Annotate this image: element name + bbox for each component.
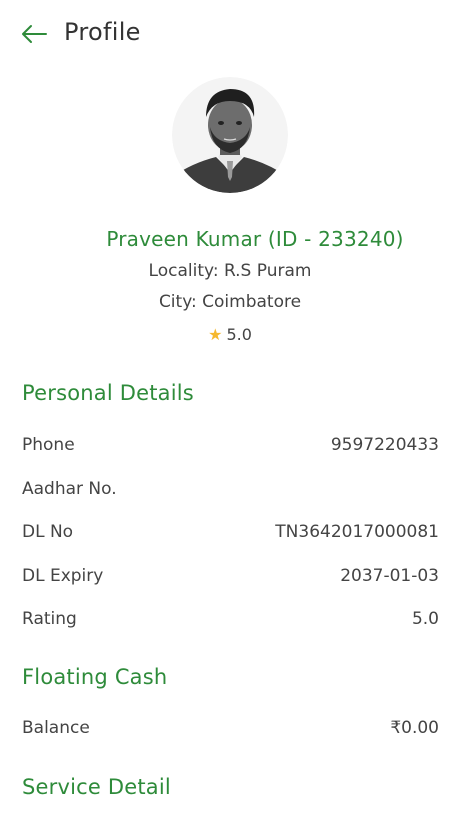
rating-row: Rating 5.0 (22, 606, 439, 632)
floating-cash-heading: Floating Cash (22, 665, 168, 689)
arrow-left-icon (22, 25, 47, 43)
city-text: City: Coimbatore (158, 292, 302, 312)
row-label: Rating (22, 609, 77, 629)
row-value: 2037-01-03 (340, 566, 439, 586)
profile-name: Praveen Kumar (ID - 233240) (106, 227, 404, 251)
locality-text: Locality: R.S Puram (148, 261, 312, 281)
row-value: 5.0 (411, 609, 439, 629)
service-detail-heading: Service Detail (22, 775, 171, 799)
app-bar: Profile (0, 0, 460, 64)
avatar (172, 77, 288, 193)
back-button[interactable] (14, 14, 54, 54)
row-value: 9597220433 (330, 435, 439, 455)
row-label: Balance (22, 718, 90, 738)
row-value: ₹0.00 (390, 718, 439, 738)
personal-details-heading: Personal Details (22, 381, 194, 405)
row-value: TN3642017000081 (275, 522, 439, 542)
profile-rating: ★ 5.0 (0, 323, 460, 347)
row-label: Phone (22, 435, 75, 455)
aadhar-row: Aadhar No. (22, 476, 439, 502)
row-label: Aadhar No. (22, 479, 117, 499)
profile-rating-value: 5.0 (226, 325, 252, 344)
dl-no-row: DL No TN3642017000081 (22, 519, 439, 545)
star-icon: ★ (208, 325, 223, 344)
user-photo (172, 77, 288, 193)
phone-row: Phone 9597220433 (22, 432, 439, 458)
row-label: DL Expiry (22, 566, 104, 586)
balance-row: Balance ₹0.00 (22, 715, 439, 741)
row-label: DL No (22, 522, 74, 542)
dl-expiry-row: DL Expiry 2037-01-03 (22, 563, 439, 589)
page-title: Profile (64, 18, 141, 46)
